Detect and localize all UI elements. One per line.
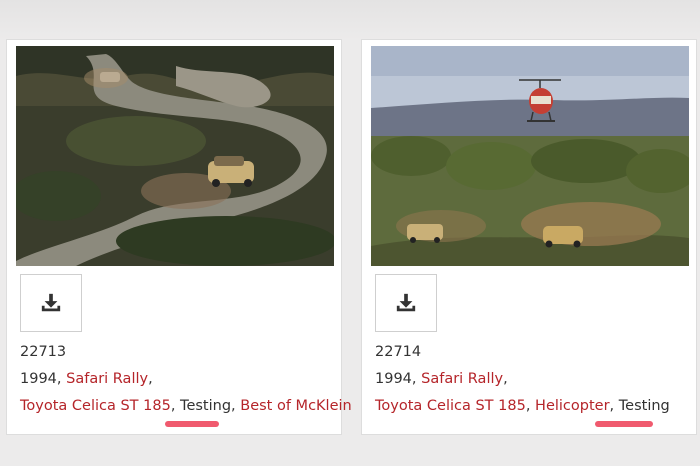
separator: ,	[170, 398, 181, 414]
meta-line-2: Toyota Celica ST 185, Helicopter, Testin…	[375, 398, 670, 414]
photo-id: 22714	[375, 344, 422, 360]
separator: ,	[56, 371, 67, 387]
rally-photo[interactable]	[16, 46, 334, 266]
meta-line-2: Toyota Celica ST 185, Testing, Best of M…	[20, 398, 352, 414]
year-label: 1994	[20, 371, 57, 387]
separator: ,	[609, 398, 619, 414]
tag-link-safari-rally[interactable]: Safari Rally	[66, 371, 148, 387]
download-icon	[396, 293, 416, 312]
separator: ,	[503, 371, 508, 387]
rally-photo-image	[16, 46, 334, 266]
tag-testing[interactable]: Testing	[180, 398, 231, 414]
meta-line-1: 1994, Safari Rally,	[375, 371, 508, 387]
highlight-underline	[595, 421, 653, 427]
tag-link-safari-rally[interactable]: Safari Rally	[421, 371, 503, 387]
separator: ,	[148, 371, 153, 387]
separator: ,	[231, 398, 241, 414]
separator: ,	[411, 371, 422, 387]
photo-id: 22713	[20, 344, 67, 360]
page-background	[0, 0, 700, 40]
tag-link-toyota-celica[interactable]: Toyota Celica ST 185	[375, 398, 526, 414]
highlight-underline	[165, 421, 219, 427]
separator: ,	[525, 398, 536, 414]
photo-card: 22714 1994, Safari Rally, Toyota Celica …	[361, 39, 697, 435]
download-button[interactable]	[375, 274, 437, 332]
download-button[interactable]	[20, 274, 82, 332]
photo-card: 22713 1994, Safari Rally, Toyota Celica …	[6, 39, 352, 435]
year-label: 1994	[375, 371, 412, 387]
tag-link-helicopter[interactable]: Helicopter	[535, 398, 610, 414]
download-icon	[41, 293, 61, 312]
meta-line-1: 1994, Safari Rally,	[20, 371, 153, 387]
tag-link-best-of-mcklein[interactable]: Best of McKlein	[240, 398, 351, 414]
rally-photo[interactable]	[371, 46, 689, 266]
rally-photo-image	[371, 46, 689, 266]
tag-link-toyota-celica[interactable]: Toyota Celica ST 185	[20, 398, 171, 414]
tag-testing[interactable]: Testing	[619, 398, 670, 414]
